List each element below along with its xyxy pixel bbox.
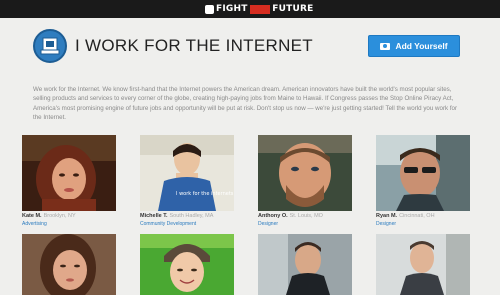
name-text: Anthony O. bbox=[258, 213, 288, 219]
role-link[interactable]: Advertising bbox=[22, 221, 47, 227]
person-card[interactable] bbox=[22, 234, 116, 295]
role-link[interactable]: Designer bbox=[258, 221, 278, 227]
person-card[interactable]: I work for the internets Michelle T. Sout… bbox=[140, 135, 234, 230]
person-name[interactable]: Ryan M. Cincinnati, OH bbox=[376, 213, 435, 219]
role-link[interactable]: Community Development bbox=[140, 221, 196, 227]
person-card[interactable] bbox=[258, 234, 352, 295]
location-text: Cincinnati, OH bbox=[399, 213, 435, 219]
role-link[interactable]: Designer bbox=[376, 221, 396, 227]
person-card[interactable] bbox=[376, 234, 470, 295]
person-photo[interactable]: I work for the internets bbox=[140, 135, 234, 211]
person-photo[interactable] bbox=[376, 135, 470, 211]
shirt-text: I work for the internets bbox=[176, 191, 234, 197]
people-grid: Kate M. Brooklyn, NY Advertising I work f… bbox=[0, 0, 500, 295]
name-text: Kate M. bbox=[22, 213, 42, 219]
person-photo[interactable] bbox=[22, 234, 116, 295]
person-name[interactable]: Michelle T. South Hadley, MA bbox=[140, 213, 213, 219]
location-text: South Hadley, MA bbox=[169, 213, 214, 219]
person-card[interactable]: Ryan M. Cincinnati, OH Designer bbox=[376, 135, 470, 230]
person-photo[interactable] bbox=[258, 234, 352, 295]
person-photo[interactable] bbox=[22, 135, 116, 211]
person-name[interactable]: Kate M. Brooklyn, NY bbox=[22, 213, 76, 219]
person-name[interactable]: Anthony O. St. Louis, MO bbox=[258, 213, 323, 219]
person-card[interactable]: Anthony O. St. Louis, MO Designer bbox=[258, 135, 352, 230]
person-photo[interactable] bbox=[376, 234, 470, 295]
person-photo[interactable] bbox=[140, 234, 234, 295]
location-text: Brooklyn, NY bbox=[43, 213, 76, 219]
name-text: Ryan M. bbox=[376, 213, 398, 219]
person-card[interactable] bbox=[140, 234, 234, 295]
person-card[interactable]: Kate M. Brooklyn, NY Advertising bbox=[22, 135, 116, 230]
person-photo[interactable] bbox=[258, 135, 352, 211]
location-text: St. Louis, MO bbox=[289, 213, 323, 219]
name-text: Michelle T. bbox=[140, 213, 168, 219]
